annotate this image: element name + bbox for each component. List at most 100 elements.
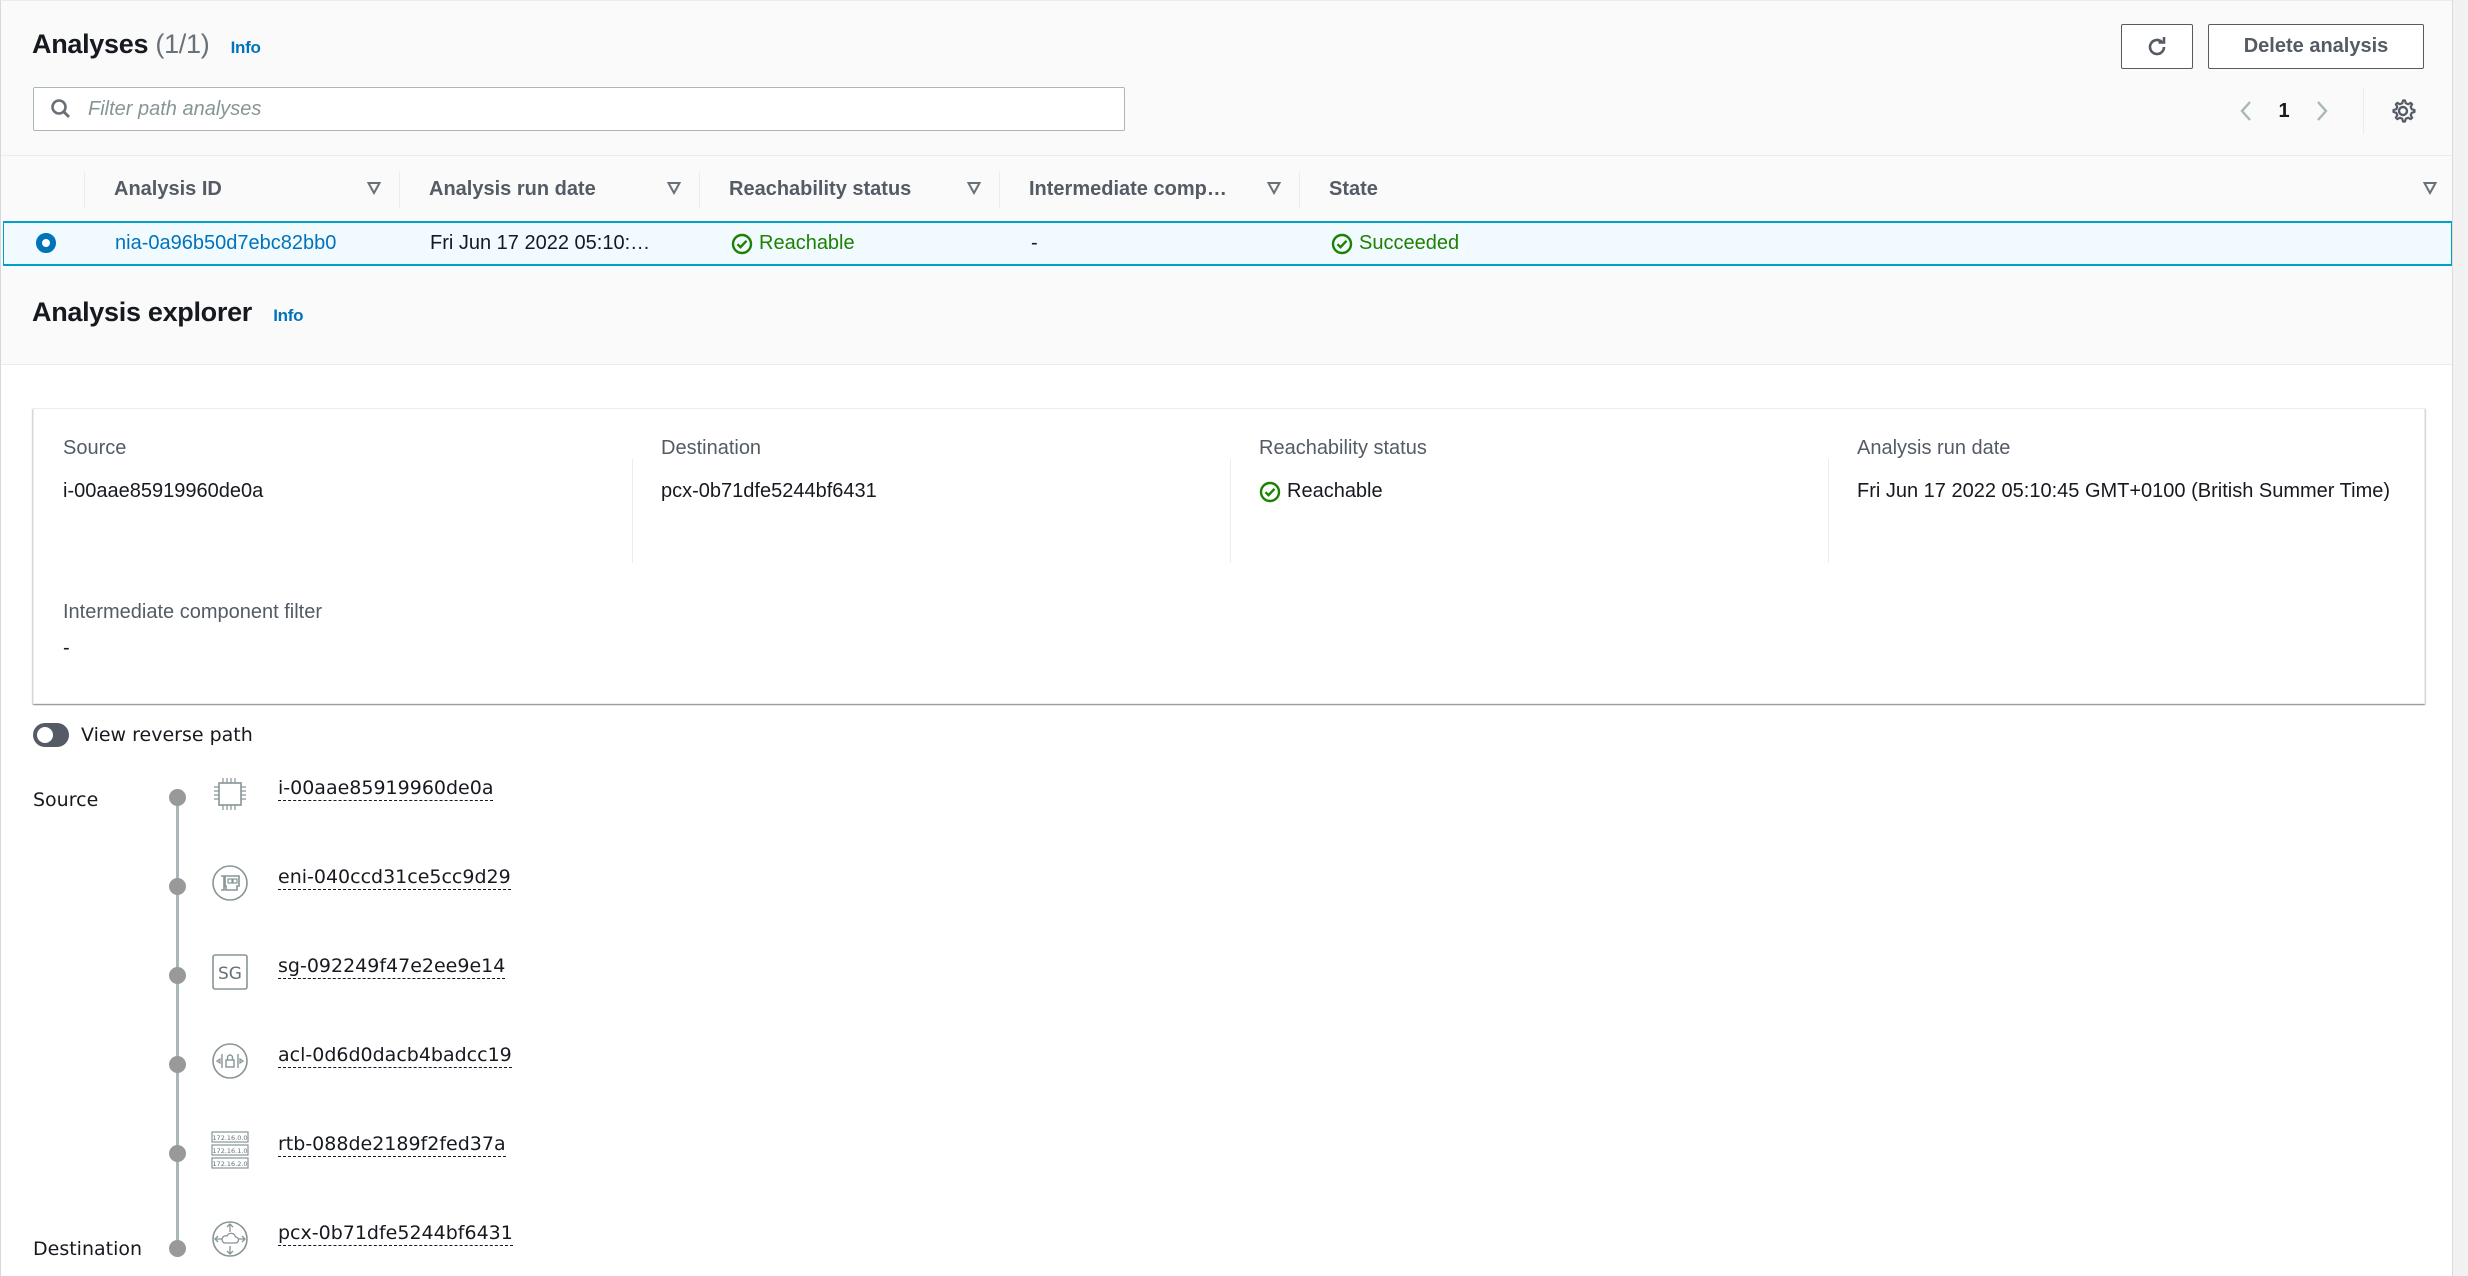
explorer-title: Analysis explorer Info	[32, 297, 303, 328]
path-role-label: Destination	[33, 1238, 143, 1260]
check-circle-icon	[731, 233, 753, 254]
reverse-path-toggle[interactable]	[33, 723, 69, 747]
column-divider	[84, 172, 85, 208]
detail-value: Reachable	[1259, 475, 1799, 508]
column-header-run-date[interactable]: Analysis run date	[399, 156, 699, 222]
row-select-radio[interactable]	[36, 233, 56, 253]
detail-label: Destination	[661, 437, 762, 459]
explorer-info-link[interactable]: Info	[273, 306, 303, 325]
reachability-status-text: Reachable	[759, 232, 855, 254]
resource-id-link[interactable]: i-00aae85919960de0a	[278, 777, 494, 801]
reverse-path-toggle-row: View reverse path	[33, 723, 253, 747]
detail-run-date: Analysis run date Fri Jun 17 2022 05:10:…	[1828, 437, 2426, 565]
prev-page-button[interactable]	[2231, 96, 2261, 126]
route-line-text: 172.16.1.0	[212, 1147, 247, 1155]
network-interface-icon	[212, 865, 248, 901]
column-label[interactable]: State	[1329, 178, 1378, 201]
column-label[interactable]: Intermediate comp…	[1029, 178, 1227, 201]
delete-analysis-button[interactable]: Delete analysis	[2208, 24, 2424, 69]
chevron-right-icon	[2317, 101, 2328, 121]
ec2-instance-icon	[214, 778, 246, 810]
detail-destination: Destination pcx-0b71dfe5244bf6431	[632, 437, 1230, 565]
detail-value: -	[63, 637, 70, 659]
security-group-icon: SG	[212, 954, 248, 990]
sort-icon[interactable]	[367, 181, 381, 195]
table-row[interactable]: nia-0a96b50d7ebc82bb0 Fri Jun 17 2022 05…	[3, 221, 2453, 266]
sort-icon[interactable]	[2423, 181, 2437, 195]
column-label[interactable]: Analysis ID	[114, 178, 222, 201]
analyses-count: (1/1)	[155, 29, 210, 59]
page-scrollbar[interactable]	[2452, 0, 2468, 1276]
column-label[interactable]: Reachability status	[729, 178, 911, 201]
cell-analysis-id: nia-0a96b50d7ebc82bb0	[115, 223, 336, 264]
resource-id-link[interactable]: pcx-0b71dfe5244bf6431	[278, 1222, 513, 1246]
path-node: 172.16.0.0 172.16.1.0 172.16.2.0 rtb-088…	[1, 1131, 901, 1181]
detail-label: Source	[63, 437, 127, 459]
column-header-reachability[interactable]: Reachability status	[699, 156, 999, 222]
chevron-left-icon	[2240, 101, 2251, 121]
refresh-icon	[2148, 36, 2166, 55]
path-role-label: Source	[33, 789, 99, 811]
next-page-button[interactable]	[2307, 96, 2337, 126]
pagination: 1	[2231, 88, 2416, 134]
analyses-title-text: Analyses	[32, 29, 149, 59]
detail-source: Source i-00aae85919960de0a	[34, 437, 632, 565]
sort-icon[interactable]	[667, 181, 681, 195]
resource-id-link[interactable]: rtb-088de2189f2fed37a	[278, 1133, 506, 1157]
path-dot	[169, 1056, 186, 1073]
path-dot	[169, 789, 186, 806]
current-page[interactable]: 1	[2261, 100, 2307, 123]
peering-connection-icon	[212, 1221, 248, 1257]
sort-icon[interactable]	[1267, 181, 1281, 195]
path-node: acl-0d6d0dacb4badcc19	[1, 1042, 901, 1092]
column-label[interactable]: Analysis run date	[429, 178, 596, 201]
column-header-state[interactable]: State	[1299, 156, 2453, 222]
column-divider	[1299, 172, 1300, 208]
reverse-path-label[interactable]: View reverse path	[81, 724, 253, 746]
explorer-header: Analysis explorer Info	[1, 267, 2453, 365]
analysis-details-card: Source i-00aae85919960de0a Destination p…	[33, 408, 2425, 704]
table-header: Analysis ID Analysis run date Reachabili…	[1, 155, 2453, 221]
analyses-title: Analyses (1/1) Info	[32, 29, 261, 60]
path-node: Source i-00aae85919960de0a	[1, 775, 901, 825]
path-diagram: Source i-00aae85919960de0a eni-040ccd31c…	[1, 775, 901, 1275]
resource-id-link[interactable]: eni-040ccd31ce5cc9d29	[278, 866, 511, 890]
detail-reachability: Reachability status Reachable	[1230, 437, 1828, 565]
pagination-divider	[2363, 88, 2364, 134]
refresh-button[interactable]	[2121, 24, 2193, 69]
path-node: Destination pcx-0b71dfe5244bf6431	[1, 1220, 901, 1270]
analyses-info-link[interactable]: Info	[231, 38, 261, 57]
column-divider	[632, 459, 633, 563]
detail-label: Reachability status	[1259, 437, 1427, 459]
path-dot	[169, 967, 186, 984]
cell-run-date: Fri Jun 17 2022 05:10:…	[430, 232, 651, 254]
column-header-intermediate[interactable]: Intermediate comp…	[999, 156, 1299, 222]
resource-id-link[interactable]: acl-0d6d0dacb4badcc19	[278, 1044, 512, 1068]
cell-intermediate: -	[1031, 232, 1038, 254]
route-line-text: 172.16.0.0	[212, 1134, 247, 1142]
reachability-status-text: Reachable	[1287, 480, 1383, 502]
column-divider	[999, 172, 1000, 208]
column-divider	[699, 172, 700, 208]
column-header-analysis-id[interactable]: Analysis ID	[84, 156, 399, 222]
resource-id-link[interactable]: sg-092249f47e2ee9e14	[278, 955, 506, 979]
column-divider	[1828, 459, 1829, 563]
sg-icon-text: SG	[218, 964, 242, 984]
analysis-id-link[interactable]: nia-0a96b50d7ebc82bb0	[115, 232, 336, 255]
search-icon	[51, 99, 70, 118]
path-node: SG sg-092249f47e2ee9e14	[1, 953, 901, 1003]
explorer-body: Source i-00aae85919960de0a Destination p…	[1, 365, 2453, 1276]
search-input[interactable]	[88, 97, 1088, 121]
detail-value: Fri Jun 17 2022 05:10:45 GMT+0100 (Briti…	[1857, 480, 2391, 502]
path-dot	[169, 1145, 186, 1162]
check-circle-icon	[1259, 481, 1281, 502]
detail-value: i-00aae85919960de0a	[63, 480, 264, 502]
cell-state: Succeeded	[1331, 223, 1459, 264]
check-circle-icon	[1331, 233, 1353, 254]
network-acl-icon	[212, 1043, 248, 1079]
state-text: Succeeded	[1359, 232, 1460, 254]
detail-label: Intermediate component filter	[63, 601, 323, 623]
gear-icon[interactable]	[2390, 98, 2416, 124]
sort-icon[interactable]	[967, 181, 981, 195]
search-field[interactable]	[33, 87, 1125, 131]
